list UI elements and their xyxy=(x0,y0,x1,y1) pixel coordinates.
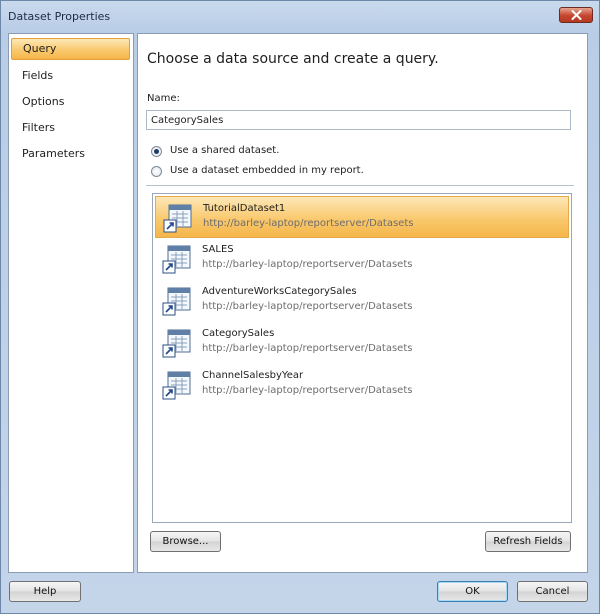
browse-button[interactable]: Browse... xyxy=(150,531,221,552)
name-label: Name: xyxy=(147,93,180,104)
dataset-path: http://barley-laptop/reportserver/Datase… xyxy=(202,301,413,312)
dataset-path: http://barley-laptop/reportserver/Datase… xyxy=(202,385,413,396)
list-item[interactable]: ChannelSalesbyYear http://barley-laptop/… xyxy=(155,364,569,406)
refresh-fields-button[interactable]: Refresh Fields xyxy=(485,531,571,552)
shared-dataset-icon xyxy=(162,371,191,400)
page-nav: Query Fields Options Filters Parameters xyxy=(8,33,134,573)
nav-item-fields[interactable]: Fields xyxy=(11,65,130,87)
ok-button[interactable]: OK xyxy=(437,581,508,602)
help-button[interactable]: Help xyxy=(9,581,81,602)
page-title: Choose a data source and create a query. xyxy=(147,51,439,67)
nav-item-options[interactable]: Options xyxy=(11,91,130,113)
dataset-path: http://barley-laptop/reportserver/Datase… xyxy=(202,343,413,354)
cancel-button[interactable]: Cancel xyxy=(517,581,588,602)
shared-dataset-list[interactable]: TutorialDataset1 http://barley-laptop/re… xyxy=(152,193,572,523)
close-x-icon xyxy=(571,10,582,20)
dataset-path: http://barley-laptop/reportserver/Datase… xyxy=(202,259,413,270)
list-item[interactable]: TutorialDataset1 http://barley-laptop/re… xyxy=(155,196,569,238)
embedded-dataset-radio[interactable] xyxy=(151,166,162,177)
dataset-name: SALES xyxy=(202,244,234,255)
dataset-name: AdventureWorksCategorySales xyxy=(202,286,357,297)
nav-item-query[interactable]: Query xyxy=(11,38,130,60)
name-field[interactable] xyxy=(146,110,571,130)
dataset-name: ChannelSalesbyYear xyxy=(202,370,304,381)
nav-item-filters[interactable]: Filters xyxy=(11,117,130,139)
nav-item-parameters[interactable]: Parameters xyxy=(11,143,130,165)
shared-dataset-icon xyxy=(162,245,191,274)
dataset-properties-dialog: Dataset Properties Query Fields Options … xyxy=(0,0,600,614)
dataset-name: CategorySales xyxy=(202,328,275,339)
list-item[interactable]: SALES http://barley-laptop/reportserver/… xyxy=(155,238,569,280)
embedded-dataset-label: Use a dataset embedded in my report. xyxy=(170,165,364,176)
divider xyxy=(146,185,574,186)
shared-dataset-icon xyxy=(162,287,191,316)
close-button[interactable] xyxy=(559,7,593,23)
window-title: Dataset Properties xyxy=(8,10,111,23)
list-item[interactable]: CategorySales http://barley-laptop/repor… xyxy=(155,322,569,364)
shared-dataset-icon xyxy=(163,204,192,233)
dataset-name: TutorialDataset1 xyxy=(203,203,286,214)
shared-dataset-label: Use a shared dataset. xyxy=(170,145,280,156)
list-item[interactable]: AdventureWorksCategorySales http://barle… xyxy=(155,280,569,322)
shared-dataset-icon xyxy=(162,329,191,358)
dataset-path: http://barley-laptop/reportserver/Datase… xyxy=(203,218,414,229)
query-panel: Choose a data source and create a query.… xyxy=(137,33,588,573)
shared-dataset-radio[interactable] xyxy=(151,146,162,157)
title-bar[interactable]: Dataset Properties xyxy=(1,1,599,31)
